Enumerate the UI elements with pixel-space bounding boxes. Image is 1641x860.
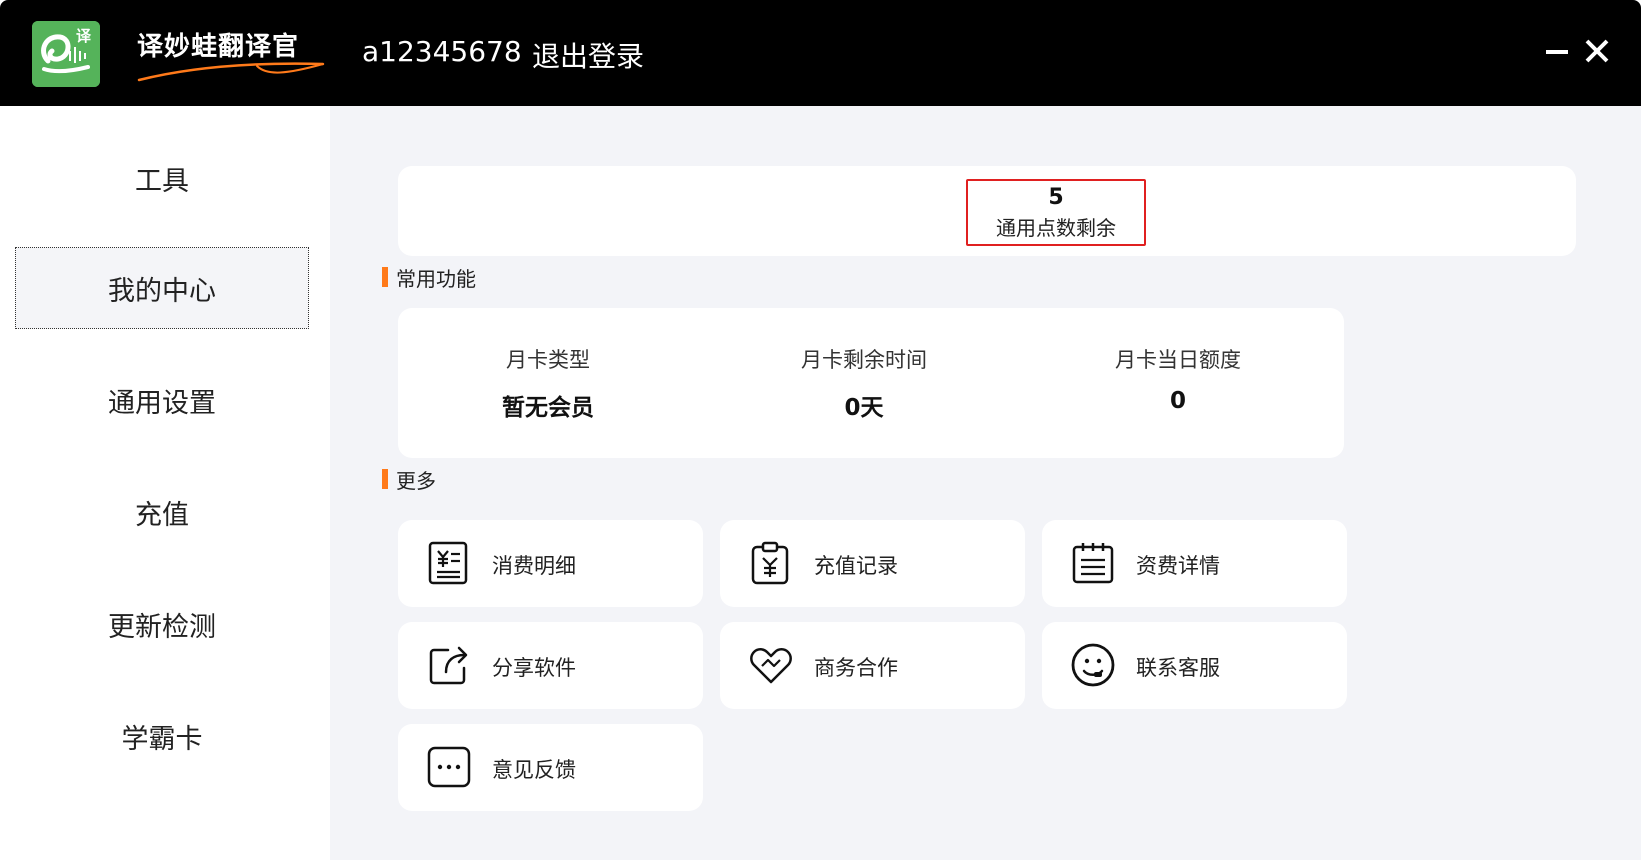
tile-recharge-records[interactable]: 充值记录 (720, 520, 1025, 607)
card-remaining-value: 0天 (844, 395, 884, 421)
tile-contact-support[interactable]: 联系客服 (1042, 622, 1347, 709)
card-daily-quota-value: 0 (1169, 388, 1186, 414)
tile-label: 意见反馈 (492, 758, 576, 782)
tile-share-software[interactable]: 分享软件 (398, 622, 703, 709)
sidebar-item-my-center[interactable]: 我的中心 (15, 247, 309, 329)
card-daily-quota-col: 月卡当日额度 0 (1028, 344, 1328, 414)
logo-char: 译 (76, 27, 92, 45)
section-more-title: 更多 (382, 465, 436, 494)
card-type-value: 暂无会员 (502, 395, 594, 421)
tile-label: 充值记录 (814, 554, 898, 578)
card-remaining-col: 月卡剩余时间 0天 (714, 344, 1014, 422)
close-icon[interactable] (1582, 36, 1612, 66)
tile-label: 商务合作 (814, 656, 898, 680)
chat-dots-icon (427, 746, 471, 788)
tile-label: 消费明细 (492, 554, 576, 578)
points-value: 5 (1048, 185, 1064, 210)
main-panel: 5 通用点数剩余 常用功能 月卡类型 暂无会员 月卡剩余时间 0天 月卡当日额度… (330, 106, 1641, 860)
share-icon (429, 646, 468, 685)
card-type-label: 月卡类型 (506, 348, 590, 372)
section-marker (382, 267, 388, 287)
sidebar-item-label: 我的中心 (108, 275, 216, 307)
title-bar: 译 译妙蛙翻译官 a12345678 退出登录 (0, 0, 1641, 106)
tile-label: 资费详情 (1136, 554, 1220, 578)
sidebar-item-label: 通用设置 (108, 387, 216, 419)
receipt-icon (428, 541, 468, 585)
sidebar-item-label: 更新检测 (108, 611, 216, 643)
section-common-title: 常用功能 (382, 263, 476, 292)
section-marker (382, 469, 388, 489)
app-logo-icon: 译 (32, 21, 100, 87)
tile-label: 联系客服 (1136, 656, 1220, 680)
membership-card: 月卡类型 暂无会员 月卡剩余时间 0天 月卡当日额度 0 (398, 308, 1344, 458)
card-remaining-label: 月卡剩余时间 (801, 348, 927, 372)
sidebar-item-xueba-card[interactable]: 学霸卡 (15, 695, 309, 777)
sidebar-item-label: 工具 (135, 165, 189, 197)
minimize-icon[interactable] (1542, 36, 1572, 66)
tile-label: 分享软件 (492, 656, 576, 680)
sidebar-item-tools[interactable]: 工具 (15, 137, 309, 219)
points-remaining: 5 通用点数剩余 (966, 179, 1146, 246)
clipboard-yen-icon (751, 541, 789, 585)
points-card: 5 通用点数剩余 (398, 166, 1576, 256)
sidebar-item-label: 学霸卡 (121, 723, 203, 755)
tile-business-cooperation[interactable]: 商务合作 (720, 622, 1025, 709)
username: a12345678 (362, 35, 522, 68)
sidebar: 工具 我的中心 通用设置 充值 更新检测 学霸卡 (0, 106, 330, 860)
tile-consumption-details[interactable]: 消费明细 (398, 520, 703, 607)
sidebar-item-update-check[interactable]: 更新检测 (15, 583, 309, 665)
card-type-col: 月卡类型 暂无会员 (398, 344, 698, 422)
heart-handshake-icon (750, 648, 792, 684)
customer-service-icon (1071, 643, 1115, 687)
sidebar-item-label: 充值 (135, 499, 189, 531)
tile-feedback[interactable]: 意见反馈 (398, 724, 703, 811)
logout-button[interactable]: 退出登录 (532, 35, 644, 75)
card-daily-quota-label: 月卡当日额度 (1115, 348, 1241, 372)
app-brand: 译妙蛙翻译官 (137, 22, 337, 86)
section-more-label: 更多 (396, 469, 436, 493)
section-common-label: 常用功能 (396, 267, 476, 291)
tile-fee-details[interactable]: 资费详情 (1042, 520, 1347, 607)
sidebar-item-recharge[interactable]: 充值 (15, 471, 309, 553)
sidebar-item-general-settings[interactable]: 通用设置 (15, 359, 309, 441)
calendar-list-icon (1072, 543, 1114, 584)
points-label: 通用点数剩余 (996, 216, 1116, 240)
brand-swoosh-icon (137, 62, 325, 82)
